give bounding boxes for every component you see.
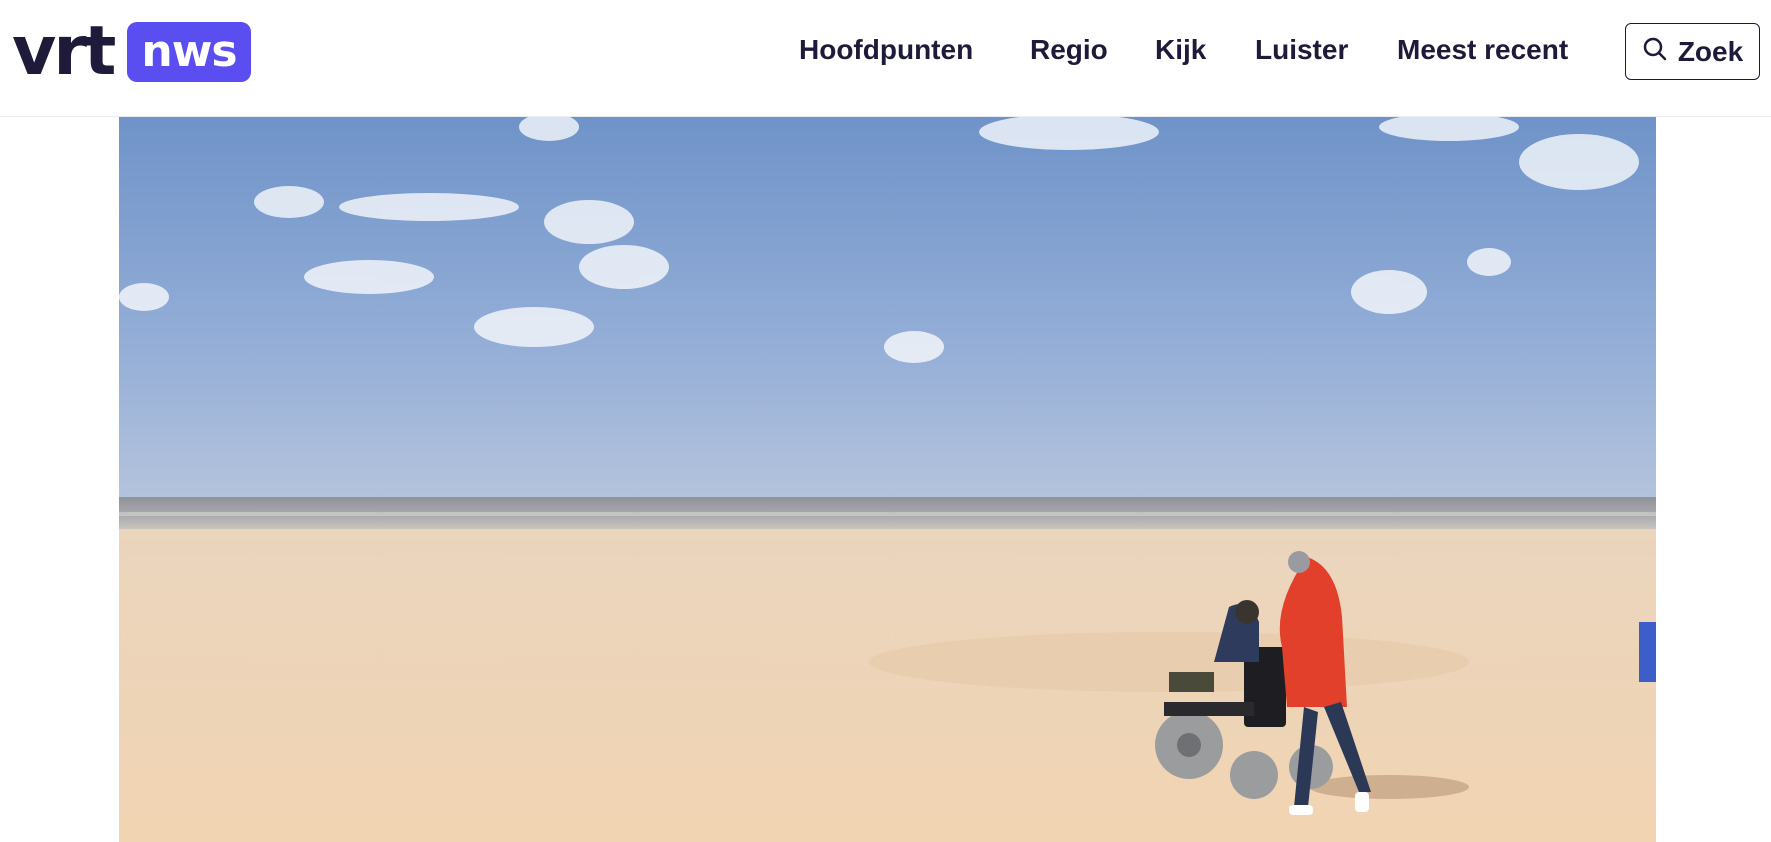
- nav-item-luister[interactable]: Luister: [1255, 30, 1348, 70]
- site-header: vrt nws Hoofdpunten Regio Kijk Luister M…: [0, 0, 1771, 117]
- logo-nws-badge: nws: [127, 22, 251, 82]
- nav-item-regio[interactable]: Regio: [1030, 30, 1108, 70]
- beach-photo: [119, 117, 1656, 842]
- nav-item-meest-recent[interactable]: Meest recent: [1397, 30, 1568, 70]
- vrt-nws-logo[interactable]: vrt nws: [12, 12, 251, 91]
- nav-item-kijk[interactable]: Kijk: [1155, 30, 1206, 70]
- search-button[interactable]: Zoek: [1625, 23, 1760, 80]
- nav-item-hoofdpunten[interactable]: Hoofdpunten: [799, 30, 973, 70]
- search-icon: [1642, 36, 1668, 67]
- hero-image[interactable]: [119, 117, 1656, 842]
- logo-vrt-text: vrt: [12, 12, 116, 91]
- search-label: Zoek: [1677, 35, 1744, 67]
